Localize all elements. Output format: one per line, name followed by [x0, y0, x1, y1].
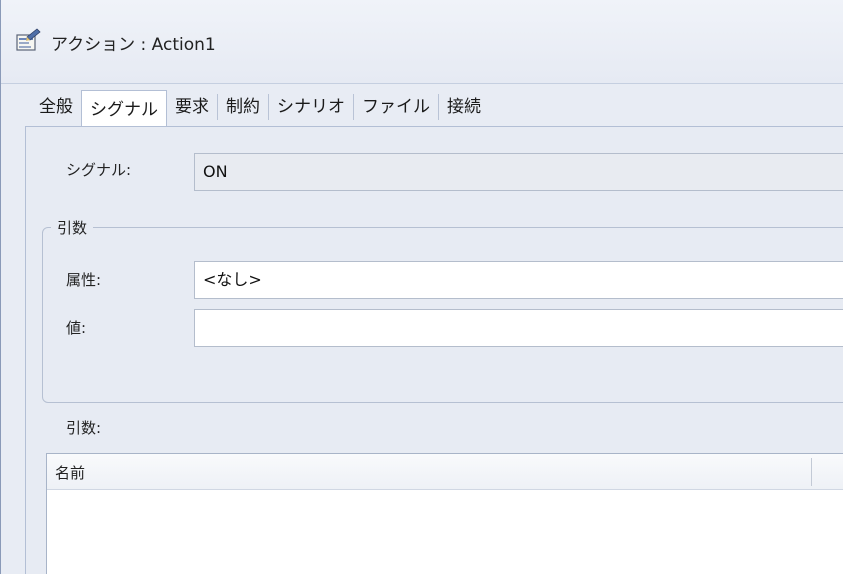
column-divider[interactable] — [811, 458, 812, 486]
title-bar: アクション : Action1 — [1, 0, 843, 84]
tab-constraints[interactable]: 制約 — [218, 91, 268, 123]
tab-general[interactable]: 全般 — [31, 91, 81, 123]
window-title: アクション : Action1 — [51, 35, 216, 55]
tab-signal[interactable]: シグナル — [81, 90, 167, 128]
signal-tab-panel: シグナル: ON 引数 属性: <なし> 値: 引数: 名前 — [25, 126, 843, 574]
tab-strip: 全般 シグナル 要求 制約 シナリオ ファイル 接続 — [31, 86, 489, 128]
tab-links[interactable]: 接続 — [439, 91, 489, 123]
attribute-label: 属性: — [66, 271, 102, 289]
tab-requirements[interactable]: 要求 — [167, 91, 217, 123]
value-field[interactable] — [194, 309, 843, 347]
tab-files[interactable]: ファイル — [354, 91, 438, 123]
tab-scenarios[interactable]: シナリオ — [269, 91, 353, 123]
arguments-list[interactable]: 名前 — [46, 453, 843, 574]
signal-label: シグナル: — [66, 161, 132, 179]
attribute-field[interactable]: <なし> — [194, 261, 843, 299]
properties-icon — [16, 28, 41, 51]
action-properties-window: アクション : Action1 全般 シグナル 要求 制約 シナリオ ファイル … — [0, 0, 843, 574]
column-header-name[interactable]: 名前 — [55, 462, 85, 483]
value-label: 値: — [66, 319, 87, 337]
list-header: 名前 — [47, 454, 843, 490]
arguments-list-label: 引数: — [66, 419, 102, 437]
arguments-group-legend: 引数 — [51, 217, 94, 238]
signal-field[interactable]: ON — [194, 153, 843, 191]
